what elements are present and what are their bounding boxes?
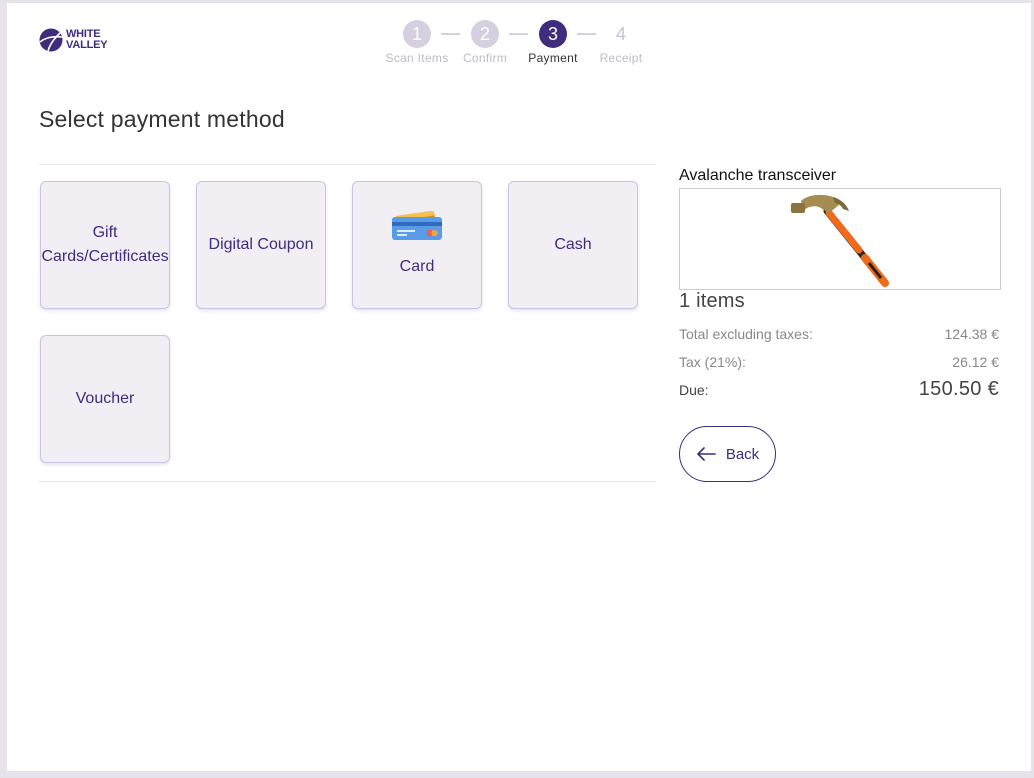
product-name: Avalanche transceiver [679, 167, 837, 184]
step-label: Payment [528, 51, 578, 65]
total-excluding-taxes-row: Total excluding taxes: 124.38 € [679, 326, 999, 342]
step-number: 3 [539, 20, 567, 48]
payment-method-label: Digital Coupon [208, 236, 314, 253]
step-label: Scan Items [385, 51, 449, 65]
tax-value: 26.12 € [952, 354, 999, 370]
checkout-stepper: 1 Scan Items 2 Confirm 3 Payment 4 Recei… [378, 20, 658, 70]
due-value: 150.50 € [918, 378, 999, 400]
payment-method-cash[interactable]: Cash [508, 181, 638, 309]
tax-label: Tax (21%): [679, 354, 746, 370]
payment-method-label: Voucher [75, 390, 135, 407]
step-scan-items: 1 Scan Items [380, 20, 454, 65]
logo-line-2: VALLEY [66, 39, 108, 51]
step-payment: 3 Payment [516, 20, 590, 65]
page-title: Select payment method [39, 106, 285, 132]
payment-method-label: Cash [554, 236, 592, 253]
divider-bottom [39, 481, 656, 482]
hammer-icon [791, 194, 889, 287]
logo-mark-icon [39, 28, 63, 52]
payment-method-digital-coupon[interactable]: Digital Coupon [196, 181, 326, 309]
step-confirm: 2 Confirm [448, 20, 522, 65]
credit-card-icon [392, 211, 442, 240]
back-button-label: Back [725, 445, 760, 463]
step-number: 2 [471, 20, 499, 48]
divider-top [39, 164, 656, 165]
white-valley-logo: WHITE VALLEY [39, 27, 108, 53]
payment-method-gift-cards[interactable]: Gift Cards/Certificates [40, 181, 170, 309]
total-excluding-taxes-value: 124.38 € [944, 326, 1000, 342]
step-receipt: 4 Receipt [584, 20, 658, 65]
step-number: 1 [403, 20, 431, 48]
product-image [679, 188, 1001, 290]
payment-method-card[interactable]: Card [352, 181, 482, 309]
arrow-left-icon [697, 447, 716, 461]
step-label: Confirm [462, 51, 508, 65]
step-number: 4 [615, 24, 626, 44]
checkout-page: WHITE VALLEY 1 Scan Items 2 Confirm 3 Pa… [7, 3, 1031, 771]
step-label: Receipt [599, 51, 643, 65]
back-button[interactable]: Back [679, 426, 776, 482]
payment-method-voucher[interactable]: Voucher [40, 335, 170, 463]
total-excluding-taxes-label: Total excluding taxes: [679, 326, 813, 342]
payment-method-label: Card [399, 258, 435, 275]
due-row: Due: 150.50 € [679, 378, 999, 401]
logo-text: WHITE VALLEY [66, 29, 108, 51]
due-label: Due: [679, 382, 709, 398]
tax-row: Tax (21%): 26.12 € [679, 354, 999, 370]
items-count: 1 items [679, 290, 745, 312]
payment-method-label: Gift Cards/Certificates [41, 224, 169, 265]
